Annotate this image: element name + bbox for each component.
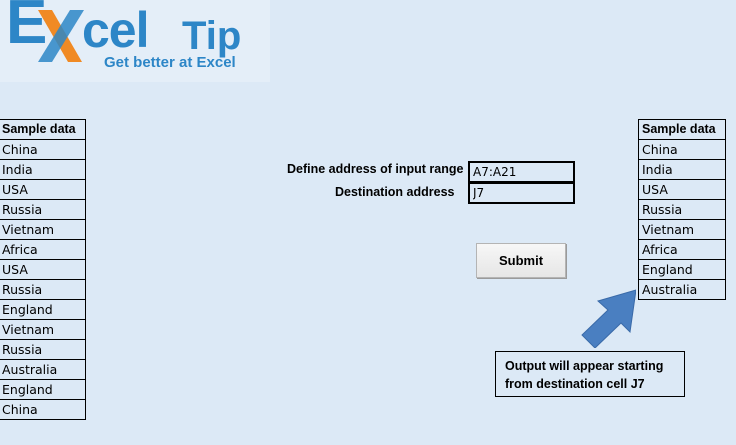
table-cell[interactable]: Russia [0, 279, 86, 300]
table-cell[interactable]: Vietnam [0, 219, 86, 240]
input-range-field[interactable] [468, 161, 575, 183]
logo-tagline: Get better at Excel [104, 54, 236, 71]
table-cell[interactable]: Vietnam [638, 219, 726, 240]
table-header[interactable]: Sample data [0, 119, 86, 140]
destination-address-field[interactable] [468, 182, 575, 204]
table-cell[interactable]: China [0, 139, 86, 160]
logo-word-rest: cel [82, 2, 150, 58]
table-cell[interactable]: Africa [638, 239, 726, 260]
table-cell[interactable]: England [0, 379, 86, 400]
table-cell[interactable]: Vietnam [0, 319, 86, 340]
submit-button[interactable]: Submit [476, 243, 566, 278]
logo-tip: Tip [182, 14, 242, 58]
table-cell[interactable]: USA [0, 179, 86, 200]
right-sample-data-table: Sample data China India USA Russia Vietn… [638, 119, 726, 300]
table-cell[interactable]: USA [0, 259, 86, 280]
table-cell[interactable]: Africa [0, 239, 86, 260]
logo-x-mark-icon [38, 10, 84, 62]
left-sample-data-table: Sample data China India USA Russia Vietn… [0, 119, 86, 420]
table-cell[interactable]: England [0, 299, 86, 320]
output-note-callout: Output will appear starting from destina… [495, 351, 685, 397]
arrow-up-right-icon [581, 289, 636, 348]
table-cell[interactable]: China [0, 399, 86, 420]
table-cell[interactable]: Russia [638, 199, 726, 220]
table-cell[interactable]: Australia [0, 359, 86, 380]
excel-tip-logo: E cel Tip Get better at Excel [0, 0, 270, 82]
table-cell[interactable]: Russia [0, 199, 86, 220]
table-cell[interactable]: China [638, 139, 726, 160]
table-cell[interactable]: Australia [638, 279, 726, 300]
table-header[interactable]: Sample data [638, 119, 726, 140]
table-cell[interactable]: India [0, 159, 86, 180]
input-range-label: Define address of input range [287, 162, 464, 176]
table-cell[interactable]: England [638, 259, 726, 280]
table-cell[interactable]: Russia [0, 339, 86, 360]
destination-label: Destination address [335, 185, 455, 199]
table-cell[interactable]: USA [638, 179, 726, 200]
table-cell[interactable]: India [638, 159, 726, 180]
